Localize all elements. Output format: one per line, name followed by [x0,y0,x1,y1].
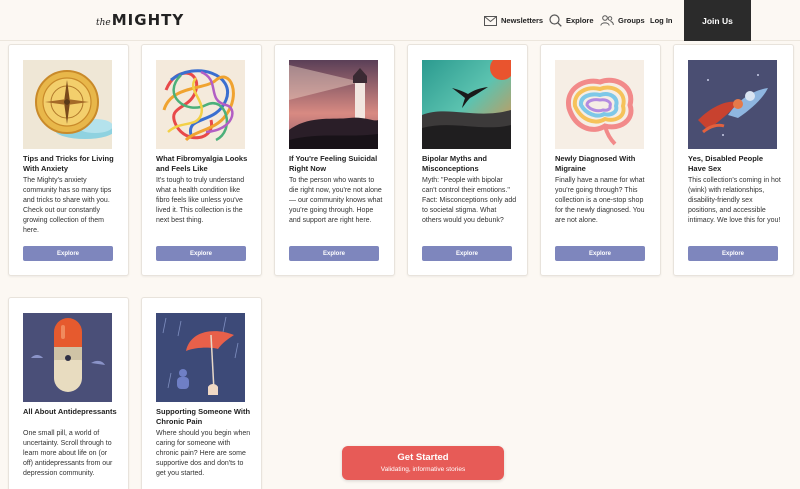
explore-button[interactable]: Explore [688,246,778,261]
card-description: It's tough to truly understand what a he… [156,177,245,224]
card-description: Where should you begin when caring for s… [156,430,251,477]
join-us-button[interactable]: Join Us [684,0,751,41]
cta-main-label: Get Started [397,452,449,463]
nav-newsletters-label: Newsletters [501,16,544,25]
logo-prefix: the [96,18,111,28]
card-description: One small pill, a world of uncertainty. … [23,430,113,477]
compass-illustration [23,60,112,149]
nav-newsletters[interactable]: Newsletters [484,0,543,41]
explore-button[interactable]: Explore [555,246,645,261]
card-title[interactable]: Supporting Someone With Chronic Pain [156,407,251,426]
collection-card-antidepressants[interactable]: All About Antidepressants One small pill… [8,297,129,489]
card-title[interactable]: Tips and Tricks for Living With Anxiety [23,154,118,173]
explore-button[interactable]: Explore [289,246,379,261]
tangled-lines-illustration [156,60,245,149]
card-description: To the person who wants to die right now… [289,177,383,224]
lighthouse-illustration [289,60,378,149]
pill-capsule-illustration [23,313,112,402]
nav-explore-label: Explore [566,16,594,25]
nav-groups-label: Groups [618,16,645,25]
login-label: Log In [650,16,673,25]
collection-card-disabled-sex[interactable]: Yes, Disabled People Have Sex This colle… [673,44,794,276]
collection-card-suicidal[interactable]: If You're Feeling Suicidal Right Now To … [274,44,395,276]
search-icon [549,14,562,27]
collection-card-fibromyalgia[interactable]: What Fibromyalgia Looks and Feels Like I… [141,44,262,276]
cta-sub-label: Validating, informative stories [380,466,466,473]
site-logo[interactable]: the MIGHTY [96,11,184,29]
collection-card-anxiety[interactable]: Tips and Tricks for Living With Anxiety … [8,44,129,276]
embracing-figures-illustration [688,60,777,149]
card-title[interactable]: If You're Feeling Suicidal Right Now [289,154,384,173]
bird-sky-illustration [422,60,511,149]
get-started-button[interactable]: Get Started Validating, informative stor… [342,446,504,480]
site-header: the MIGHTY Newsletters Explore Groups Lo… [0,0,800,41]
card-description: Myth: "People with bipolar can't control… [422,177,517,224]
card-description: Finally have a name for what you're goin… [555,177,645,224]
card-title[interactable]: What Fibromyalgia Looks and Feels Like [156,154,251,173]
explore-button[interactable]: Explore [422,246,512,261]
explore-button[interactable]: Explore [23,246,113,261]
card-description: The Mighty's anxiety community has so ma… [23,177,112,234]
explore-button[interactable]: Explore [156,246,246,261]
nav-groups[interactable]: Groups [600,0,645,41]
card-description: This collection's coming in hot (wink) w… [688,177,781,224]
collection-card-chronic-pain[interactable]: Supporting Someone With Chronic Pain Whe… [141,297,262,489]
card-title[interactable]: All About Antidepressants [23,407,118,417]
rainbow-brain-illustration [555,60,644,149]
collection-card-migraine[interactable]: Newly Diagnosed With Migraine Finally ha… [540,44,661,276]
umbrella-illustration [156,313,245,402]
collection-card-bipolar[interactable]: Bipolar Myths and Misconceptions Myth: "… [407,44,528,276]
logo-name: MIGHTY [111,11,185,29]
envelope-icon [484,15,497,26]
card-title[interactable]: Newly Diagnosed With Migraine [555,154,650,173]
login-link[interactable]: Log In [650,0,673,41]
nav-explore[interactable]: Explore [549,0,594,41]
users-icon [600,15,614,26]
card-title[interactable]: Yes, Disabled People Have Sex [688,154,783,173]
card-title[interactable]: Bipolar Myths and Misconceptions [422,154,517,173]
